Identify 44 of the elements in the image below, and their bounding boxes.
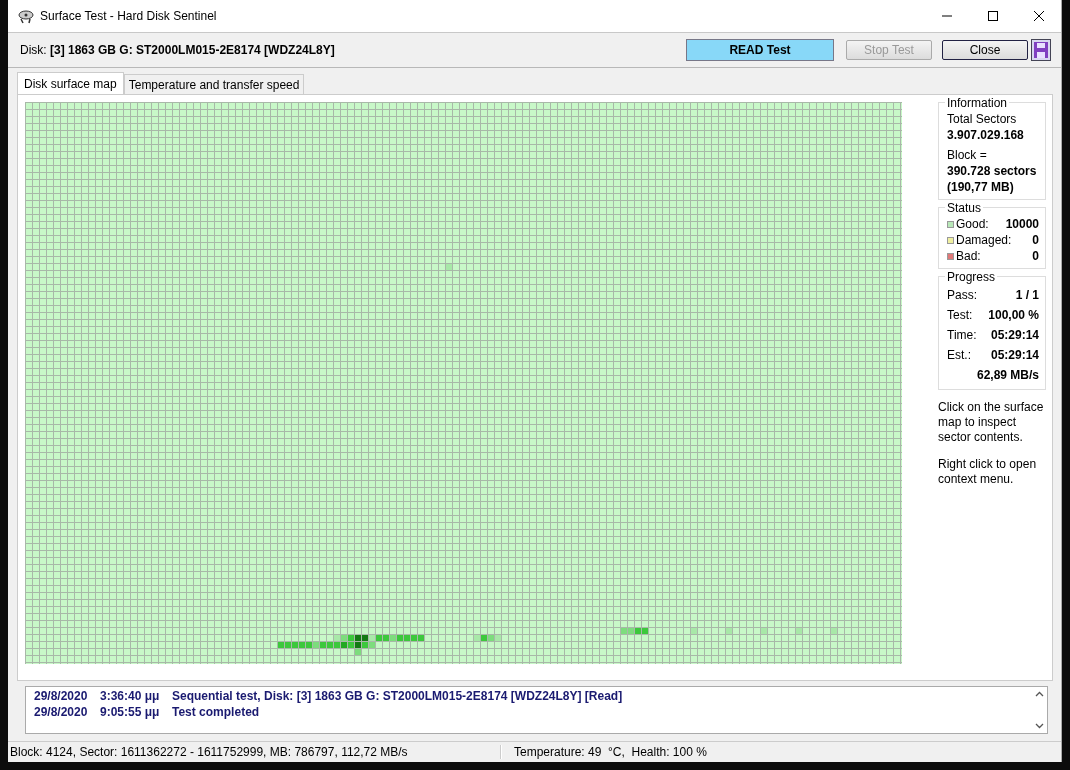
progress-value: 100,00 % (988, 307, 1039, 324)
maximize-icon[interactable] (987, 10, 999, 22)
log-time: 9:05:55 μμ (100, 704, 161, 720)
status-label: Damaged: (956, 232, 1013, 248)
info-label: Total Sectors (947, 111, 1018, 127)
scroll-down-icon[interactable] (1034, 723, 1044, 729)
status-bar-text: Temperature: 49 °C, Health: 100 % (501, 745, 707, 759)
scroll-up-icon[interactable] (1034, 691, 1044, 697)
transfer-speed: 62,89 MB/s (975, 367, 1039, 384)
disk-name: [3] 1863 GB G: ST2000LM015-2E8174 [WDZ24L8Y] (50, 43, 335, 57)
info-label: Block = (947, 147, 988, 163)
status-label: Good: (956, 216, 990, 232)
close-icon[interactable] (1033, 10, 1045, 22)
status-count: 0 (1032, 248, 1039, 264)
hint-text: Right click to open context menu. (938, 457, 1038, 487)
progress-label: Test: (947, 307, 973, 324)
progress-value: 1 / 1 (1015, 287, 1039, 304)
log-message: Sequential test, Disk: [3] 1863 GB G: ST2000LM015-2E8174 [WDZ24L8Y] [Read] (172, 688, 623, 704)
block-size-value: (190,77 MB) (947, 179, 1015, 195)
test-mode-indicator: READ Test (686, 39, 834, 61)
status-label: Bad: (956, 248, 982, 264)
total-sectors-value: 3.907.029.168 (947, 127, 1025, 143)
floppy-disk-icon[interactable] (1031, 39, 1051, 61)
log-date: 29/8/2020 (34, 688, 89, 704)
group-title: Progress (945, 269, 998, 285)
progress-value: 05:29:14 (990, 347, 1039, 364)
progress-label: Time: (947, 327, 977, 344)
progress-label: Est.: (947, 347, 971, 364)
tab[interactable]: Disk surface map (17, 72, 124, 94)
block-sectors-value: 390.728 sectors (947, 163, 1038, 179)
status-bar-text: Block: 4124, Sector: 1611362272 - 1611752999, MB: 786797, 112,72 MB/s (8, 745, 501, 759)
close-button[interactable]: Close (942, 40, 1028, 60)
progress-label: Pass: (947, 287, 977, 304)
status-count: 10000 (1005, 216, 1039, 232)
tab[interactable]: Temperature and transfer speed (123, 74, 305, 94)
window-title: Surface Test - Hard Disk Sentinel (40, 9, 217, 23)
log-time: 3:36:40 μμ (100, 688, 161, 704)
log-date: 29/8/2020 (34, 704, 89, 720)
progress-value: 05:29:14 (990, 327, 1039, 344)
disk-app-icon (18, 8, 34, 24)
log-message: Test completed (172, 704, 260, 720)
status-count: 0 (1032, 232, 1039, 248)
hint-text: Click on the surface map to inspect sector contents. (938, 400, 1045, 445)
disk-label: Disk: (20, 43, 48, 57)
